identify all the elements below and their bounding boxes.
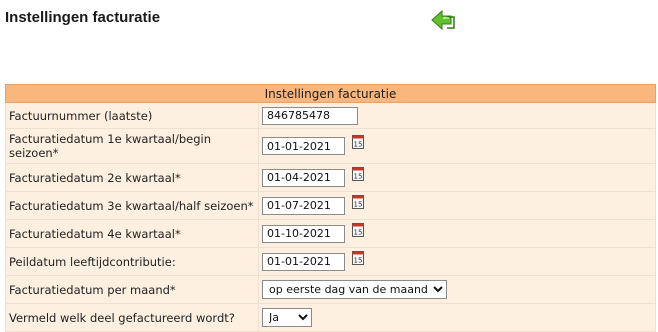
calendar-icon[interactable]: 15 <box>351 250 364 265</box>
table-row: Facturatiedatum per maand* op eerste dag… <box>5 275 656 304</box>
row-label: Vermeld welk deel gefactureerd wordt? <box>5 303 259 332</box>
q1-date-input[interactable] <box>262 137 345 155</box>
row-label: Facturatiedatum 2e kwartaal* <box>5 163 259 192</box>
calendar-icon[interactable]: 15 <box>351 194 364 209</box>
reference-date-input[interactable] <box>262 252 345 271</box>
row-label: Facturatiedatum 3e kwartaal/half seizoen… <box>5 191 259 220</box>
row-label: Facturatiedatum per maand* <box>5 275 259 304</box>
mention-billed-part-select[interactable]: Ja <box>262 308 312 327</box>
q2-date-input[interactable] <box>262 168 345 187</box>
table-row: Facturatiedatum 1e kwartaal/begin seizoe… <box>5 128 656 164</box>
table-row: Facturatiedatum 4e kwartaal* 15 <box>5 219 656 248</box>
table-row: Peildatum leeftijdcontributie: 15 <box>5 247 656 276</box>
calendar-icon[interactable]: 15 <box>351 166 364 181</box>
back-arrow-icon[interactable] <box>431 9 455 31</box>
page-title: Instellingen facturatie <box>5 9 161 26</box>
table-row: Facturatiedatum 2e kwartaal* 15 <box>5 163 656 192</box>
svg-text:15: 15 <box>353 141 362 149</box>
svg-text:15: 15 <box>353 256 362 264</box>
row-label: Facturatiedatum 4e kwartaal* <box>5 219 259 248</box>
table-header: Instellingen facturatie <box>5 84 656 103</box>
table-row: Factuurnummer (laatste) <box>5 102 656 129</box>
calendar-icon[interactable]: 15 <box>351 135 364 149</box>
table-row: Vermeld welk deel gefactureerd wordt? Ja <box>5 303 656 332</box>
q4-date-input[interactable] <box>262 224 345 243</box>
svg-text:15: 15 <box>353 172 362 180</box>
row-label: Factuurnummer (laatste) <box>5 102 259 129</box>
svg-text:15: 15 <box>353 228 362 236</box>
table-row: Facturatiedatum 3e kwartaal/half seizoen… <box>5 191 656 220</box>
q3-date-input[interactable] <box>262 196 345 215</box>
billing-settings-table: Instellingen facturatie Factuurnummer (l… <box>5 84 656 332</box>
row-label: Facturatiedatum 1e kwartaal/begin seizoe… <box>5 128 259 164</box>
monthly-billing-select[interactable]: op eerste dag van de maand <box>262 280 447 299</box>
row-label: Peildatum leeftijdcontributie: <box>5 247 259 276</box>
invoice-number-input[interactable] <box>262 106 358 125</box>
calendar-icon[interactable]: 15 <box>351 222 364 237</box>
svg-text:15: 15 <box>353 200 362 208</box>
